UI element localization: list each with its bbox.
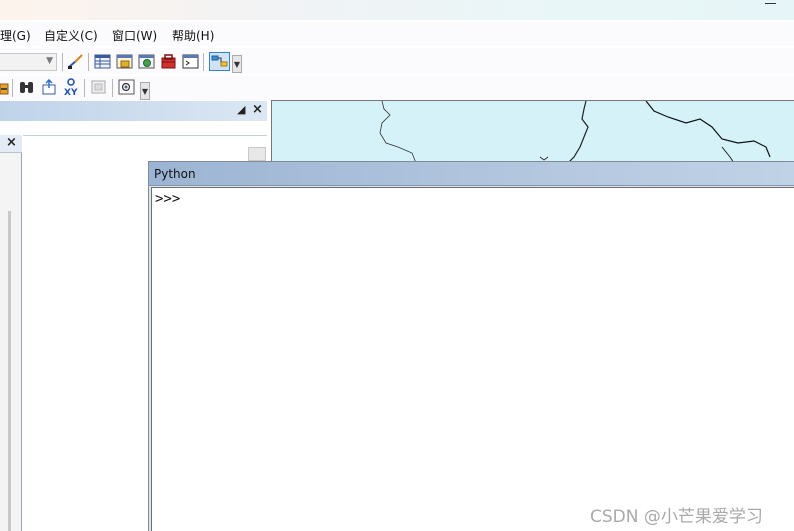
toolbar-separator [12,79,13,97]
python-prompt: >>> [155,191,181,207]
standard-toolbar: ▼ ▼ [0,48,794,74]
close-icon[interactable]: × [6,135,17,150]
menu-bar: 理(G) 自定义(C) 窗口(W) 帮助(H) [0,22,794,46]
python-window: Python >>> [148,161,794,531]
find-binoculars-icon[interactable] [18,79,35,96]
menu-geoprocessing[interactable]: 理(G) [0,27,31,44]
scale-combo[interactable]: ▼ [0,53,57,71]
toolbar-separator [88,53,89,71]
minimize-button[interactable] [765,3,776,4]
map-boundary-lines [379,101,771,161]
toolbar-separator [112,79,113,97]
xy-icon[interactable]: XY [63,78,79,97]
magnifier-icon[interactable] [118,79,135,96]
html-popup-icon[interactable] [90,79,107,96]
svg-text:XY: XY [64,88,78,97]
modelbuilder-icon[interactable] [209,52,230,71]
python-window-title: Python [154,167,196,181]
toolbar-separator [203,53,204,71]
app-title-bar [0,0,794,20]
tools-toolbar: XY ▼ [0,76,794,100]
toc-panel-header: ◢ × [0,101,267,121]
close-icon[interactable]: × [252,102,263,117]
editor-icon[interactable] [67,53,84,70]
toolbar-dropdown-arrow[interactable]: ▼ [140,82,150,100]
toolbar-dropdown-arrow[interactable]: ▼ [232,55,242,73]
docked-panel-header: × [0,135,22,153]
python-window-titlebar[interactable]: Python [149,162,794,186]
search-window-icon[interactable] [138,53,155,70]
menu-customize[interactable]: 自定义(C) [44,27,98,44]
python-icon[interactable] [182,53,199,70]
table-icon[interactable] [94,53,111,70]
menu-windows[interactable]: 窗口(W) [112,27,157,44]
map-view[interactable] [271,100,794,162]
arctoolbox-icon[interactable] [160,53,177,70]
go-to-xy-icon[interactable] [41,79,58,96]
python-console[interactable]: >>> [151,187,794,531]
scrollbar-button[interactable] [248,147,266,161]
vertical-scrollbar[interactable] [8,211,11,531]
watermark: CSDN @小芒果爱学习 [590,507,763,527]
identify-icon[interactable] [0,79,9,96]
menu-help[interactable]: 帮助(H) [172,27,214,44]
toolbar-separator [84,79,85,97]
chevron-down-icon[interactable]: ▼ [46,56,53,66]
catalog-icon[interactable] [116,53,133,70]
docked-panel: × [0,135,22,531]
pin-icon[interactable]: ◢ [237,103,245,116]
toolbar-separator [62,53,63,71]
